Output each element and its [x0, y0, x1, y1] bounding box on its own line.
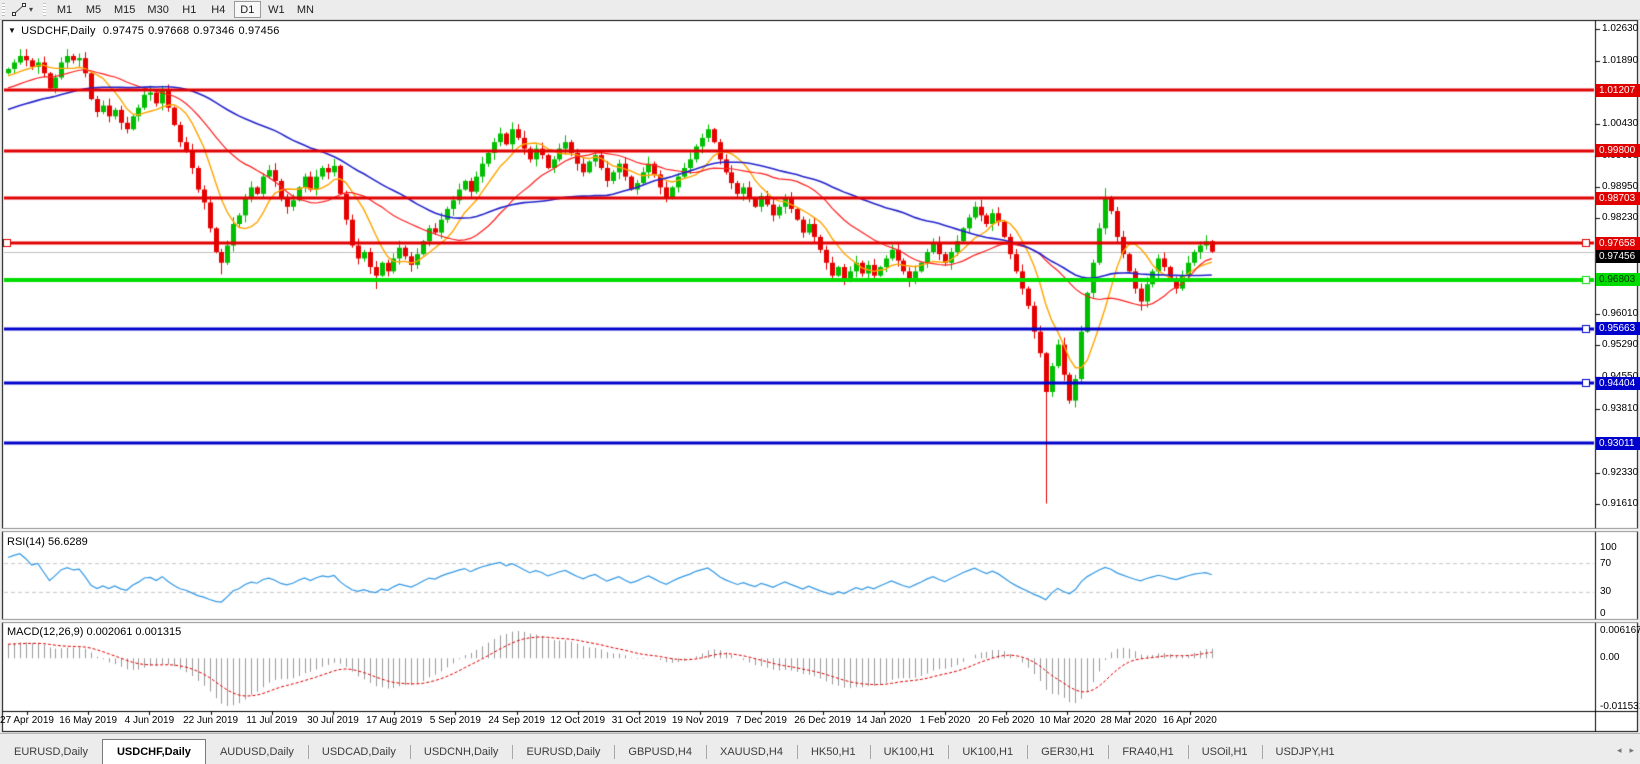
window-menu-icon[interactable]: ▼: [8, 26, 16, 35]
timeframe-button-m30[interactable]: M30: [142, 1, 173, 18]
price-axis-tick: 0.93810: [1602, 403, 1640, 415]
timeframe-button-mn[interactable]: MN: [292, 1, 319, 18]
date-label: 10 Mar 2020: [1039, 715, 1095, 726]
price-line-label: 0.94404: [1596, 377, 1640, 390]
date-label: 27 Apr 2019: [0, 715, 54, 726]
price-line-label: 0.99800: [1596, 144, 1640, 157]
date-label: 16 Apr 2020: [1163, 715, 1217, 726]
ohlc-low-value: 0.97346: [193, 25, 234, 37]
macd-axis-tick: -0.011531: [1600, 701, 1640, 713]
trendline-tool-button[interactable]: ▾: [8, 1, 37, 18]
trading-terminal: { "toolbar": { "timeframes": ["M1","M5",…: [0, 0, 1640, 763]
price-axis-tick: 1.00430: [1602, 118, 1640, 130]
ohlc-close-value: 0.97456: [238, 25, 279, 37]
date-label: 17 Aug 2019: [366, 715, 422, 726]
chevron-down-icon: ▾: [29, 6, 33, 14]
tab-hk50-h1[interactable]: HK50,H1: [797, 742, 870, 762]
price-axis-tick: 1.02630: [1602, 23, 1640, 35]
toolbar-grip[interactable]: [2, 3, 5, 16]
tab-scroll-left-icon[interactable]: ◂: [1617, 745, 1622, 755]
price-axis-tick: 0.98230: [1602, 212, 1640, 224]
date-label: 1 Feb 2020: [920, 715, 971, 726]
timeframe-button-w1[interactable]: W1: [263, 1, 290, 18]
date-label: 11 Jul 2019: [246, 715, 297, 726]
tab-eurusd-daily-2[interactable]: EURUSD,Daily: [512, 742, 614, 762]
trendline-icon: [12, 3, 27, 16]
date-label: 20 Feb 2020: [978, 715, 1034, 726]
timeframe-button-m15[interactable]: M15: [109, 1, 140, 18]
chart-tab-bar: EURUSD,Daily USDCHF,Daily AUDUSD,Daily U…: [0, 733, 1640, 764]
date-label: 30 Jul 2019: [307, 715, 359, 726]
toolbar-separator: [43, 3, 46, 16]
price-chart-canvas[interactable]: [0, 0, 1640, 763]
macd-axis-tick: 0.00: [1600, 652, 1619, 664]
price-axis-tick: 1.01890: [1602, 55, 1640, 67]
price-line-label: 0.95663: [1596, 322, 1640, 335]
price-axis-tick: 0.96010: [1602, 308, 1640, 320]
date-label: 5 Sep 2019: [430, 715, 481, 726]
tab-usdchf-daily[interactable]: USDCHF,Daily: [102, 739, 206, 764]
tab-fra40-h1[interactable]: FRA40,H1: [1108, 742, 1187, 762]
rsi-axis-tick: 70: [1600, 558, 1611, 570]
tab-gbpusd-h4[interactable]: GBPUSD,H4: [614, 742, 706, 762]
tab-eurusd-daily-1[interactable]: EURUSD,Daily: [0, 742, 102, 762]
date-label: 12 Oct 2019: [551, 715, 605, 726]
date-label: 14 Jan 2020: [856, 715, 911, 726]
timeframe-button-h1[interactable]: H1: [176, 1, 203, 18]
top-toolbar: ▾ M1 M5 M15 M30 H1 H4 D1 W1 MN: [0, 0, 1640, 20]
tab-usdcad-daily[interactable]: USDCAD,Daily: [308, 742, 410, 762]
tab-usoil-h1[interactable]: USOil,H1: [1188, 742, 1262, 762]
current-price-label: 0.97456: [1596, 250, 1640, 263]
price-line-label: 1.01207: [1596, 84, 1640, 97]
macd-axis-tick: 0.006167: [1600, 625, 1640, 637]
price-line-label: 0.96803: [1596, 273, 1640, 286]
macd-indicator-label: MACD(12,26,9) 0.002061 0.001315: [7, 626, 181, 638]
date-label: 19 Nov 2019: [672, 715, 729, 726]
chart-title: ▼ USDCHF,Daily 0.97475 0.97668 0.97346 0.974…: [8, 25, 284, 37]
rsi-axis-tick: 30: [1600, 586, 1611, 598]
date-label: 7 Dec 2019: [736, 715, 787, 726]
price-axis-tick: 0.91610: [1602, 498, 1640, 510]
timeframe-button-d1[interactable]: D1: [234, 1, 261, 18]
tab-audusd-daily[interactable]: AUDUSD,Daily: [206, 742, 308, 762]
timeframe-button-h4[interactable]: H4: [205, 1, 232, 18]
ohlc-open-value: 0.97475: [103, 25, 144, 37]
date-label: 31 Oct 2019: [612, 715, 666, 726]
price-line-label: 0.98703: [1596, 192, 1640, 205]
tab-usdcnh-daily[interactable]: USDCNH,Daily: [410, 742, 513, 762]
date-label: 28 Mar 2020: [1101, 715, 1157, 726]
tab-scroll-arrows: ◂▸: [1609, 745, 1634, 756]
tab-uk100-h1-1[interactable]: UK100,H1: [870, 742, 949, 762]
tab-usdjpy-h1[interactable]: USDJPY,H1: [1262, 742, 1349, 762]
tab-uk100-h1-2[interactable]: UK100,H1: [948, 742, 1027, 762]
timeframe-button-m1[interactable]: M1: [51, 1, 78, 18]
rsi-axis-tick: 0: [1600, 608, 1606, 620]
rsi-axis-tick: 100: [1600, 542, 1617, 554]
price-line-label: 0.97658: [1596, 237, 1640, 250]
date-label: 22 Jun 2019: [183, 715, 238, 726]
symbol-period-label: USDCHF,Daily: [21, 25, 96, 37]
date-label: 4 Jun 2019: [125, 715, 175, 726]
price-line-label: 0.93011: [1596, 437, 1640, 450]
ohlc-high-value: 0.97668: [148, 25, 189, 37]
rsi-indicator-label: RSI(14) 56.6289: [7, 536, 88, 548]
price-axis-tick: 0.92330: [1602, 467, 1640, 479]
tab-xauusd-h4[interactable]: XAUUSD,H4: [706, 742, 797, 762]
date-label: 16 May 2019: [59, 715, 117, 726]
timeframe-button-m5[interactable]: M5: [80, 1, 107, 18]
tab-scroll-right-icon[interactable]: ▸: [1629, 745, 1634, 755]
date-label: 24 Sep 2019: [488, 715, 545, 726]
price-axis-tick: 0.95290: [1602, 339, 1640, 351]
date-label: 26 Dec 2019: [794, 715, 851, 726]
tab-ger30-h1[interactable]: GER30,H1: [1027, 742, 1108, 762]
